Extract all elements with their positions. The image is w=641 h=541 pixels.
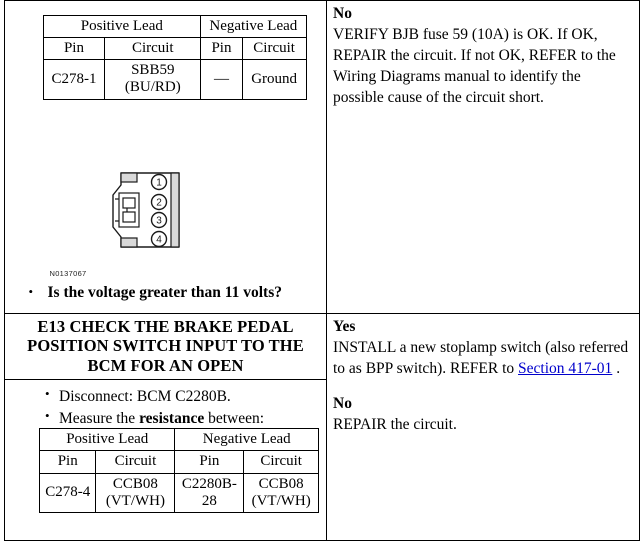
instruction-measure-pre: Measure the	[59, 409, 140, 427]
cell-pin-positive-2: C278-4	[38, 472, 97, 513]
lead-table-2-group-header-row: Positive Lead Negative Lead	[38, 427, 319, 452]
step-e13-heading: E13 CHECK THE BRAKE PEDAL POSITION SWITC…	[5, 314, 326, 380]
list-item: Measure the resistance between:	[45, 407, 326, 430]
section-417-01-link[interactable]: Section 417-01	[518, 360, 612, 377]
column-header-pin-negative: Pin	[200, 36, 243, 61]
table-row: C278-1 SBB59 (BU/RD) — Ground	[42, 59, 307, 100]
lead-table-2-sub-header-row: Pin Circuit Pin Circuit	[38, 450, 319, 474]
service-manual-page: Positive Lead Negative Lead Pin Circuit …	[0, 0, 641, 541]
step-e13-action-cell: Yes INSTALL a new stoplamp switch (also …	[326, 313, 640, 541]
positive-lead-header-2: Positive Lead	[38, 427, 176, 452]
step-e13-body: Disconnect: BCM C2280B. Measure the resi…	[5, 380, 326, 430]
instruction-disconnect: Disconnect: BCM C2280B.	[59, 387, 231, 405]
pin-label-3: 3	[156, 215, 162, 226]
step-e13-instruction-list: Disconnect: BCM C2280B. Measure the resi…	[5, 385, 326, 430]
column-header-circuit-positive: Circuit	[104, 36, 202, 61]
voltage-question: • Is the voltage greater than 11 volts?	[29, 284, 319, 302]
cell-circuit-negative-2: CCB08 (VT/WH)	[243, 472, 319, 513]
cell-circuit-positive: SBB59 (BU/RD)	[104, 59, 202, 100]
answer-block-yes: Yes INSTALL a new stoplamp switch (also …	[327, 314, 639, 435]
pin-label-2: 2	[156, 197, 162, 208]
answer-label-no-2: No	[333, 395, 352, 413]
answer-spacer	[333, 379, 631, 393]
answer-text-no-2: REPAIR the circuit.	[333, 416, 457, 434]
bullet-marker: •	[28, 283, 34, 299]
column-header-pin-positive: Pin	[42, 36, 106, 61]
column-header-circuit-negative-2: Circuit	[243, 450, 319, 474]
figure-caption: N0137067	[49, 268, 87, 278]
column-header-pin-positive-2: Pin	[38, 450, 97, 474]
lead-table-2: Positive Lead Negative Lead Pin Circuit …	[38, 427, 319, 513]
step-action-cell: No VERIFY BJB fuse 59 (10A) is OK. If OK…	[326, 0, 640, 314]
lead-table-2-wrapper: Positive Lead Negative Lead Pin Circuit …	[38, 427, 319, 513]
column-header-pin-negative-2: Pin	[174, 450, 245, 474]
lead-table-1-sub-header-row: Pin Circuit Pin Circuit	[42, 36, 307, 61]
connector-diagram: 1 2 3 4	[101, 169, 187, 253]
negative-lead-header: Negative Lead	[200, 14, 307, 38]
pin-label-1: 1	[156, 177, 162, 188]
voltage-question-text: Is the voltage greater than 11 volts?	[47, 283, 283, 301]
list-item: Disconnect: BCM C2280B.	[45, 385, 326, 408]
instruction-measure-post: between:	[204, 409, 265, 427]
answer-text-no: VERIFY BJB fuse 59 (10A) is OK. If OK, R…	[333, 26, 616, 107]
instruction-measure-emphasis: resistance	[139, 409, 205, 427]
cell-circuit-negative: Ground	[241, 59, 307, 100]
diagnostic-row-previous-step: Positive Lead Negative Lead Pin Circuit …	[4, 0, 640, 314]
column-header-circuit-positive-2: Circuit	[95, 450, 176, 474]
answer-block-no: No VERIFY BJB fuse 59 (10A) is OK. If OK…	[327, 1, 639, 108]
pin-label-4: 4	[156, 234, 162, 245]
step-condition-cell: Positive Lead Negative Lead Pin Circuit …	[4, 0, 327, 314]
positive-lead-header: Positive Lead	[42, 14, 202, 38]
lead-table-1-wrapper: Positive Lead Negative Lead Pin Circuit …	[42, 14, 307, 100]
cell-pin-positive: C278-1	[42, 59, 106, 100]
cell-circuit-positive-2: CCB08 (VT/WH)	[95, 472, 176, 513]
cell-pin-negative: —	[200, 59, 243, 100]
cell-pin-negative-2: C2280B-28	[174, 472, 245, 513]
lead-table-1-group-header-row: Positive Lead Negative Lead	[42, 14, 307, 38]
answer-label-no: No	[333, 5, 352, 22]
answer-text-yes: INSTALL a new stoplamp switch (also refe…	[333, 337, 631, 379]
negative-lead-header-2: Negative Lead	[174, 427, 319, 452]
column-header-circuit-negative: Circuit	[241, 36, 307, 61]
answer-label-yes: Yes	[333, 318, 356, 335]
table-row: C278-4 CCB08 (VT/WH) C2280B-28 CCB08 (VT…	[38, 472, 319, 513]
lead-table-1: Positive Lead Negative Lead Pin Circuit …	[42, 14, 307, 100]
answer-yes-text-after-link: .	[612, 360, 621, 378]
